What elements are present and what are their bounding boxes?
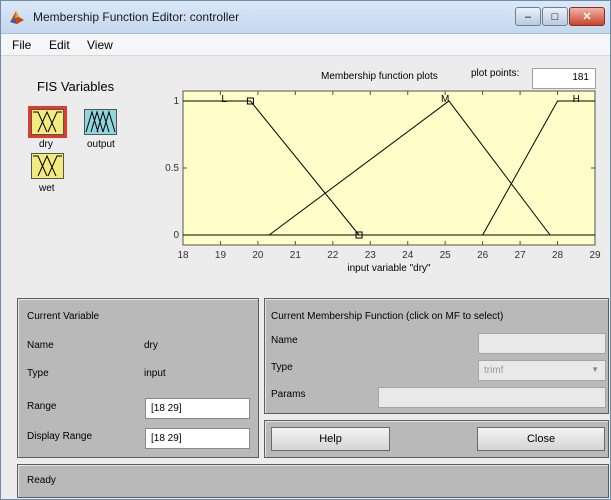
display-range-label: Display Range	[27, 431, 93, 442]
plot-points-label: plot points:	[471, 68, 520, 79]
status-text: Ready	[27, 475, 56, 486]
menu-edit[interactable]: Edit	[49, 38, 70, 52]
current-variable-panel: Current Variable Name dry Type input Ran…	[17, 298, 259, 458]
plot-area	[182, 90, 596, 246]
matlab-app-icon	[10, 11, 24, 24]
close-button[interactable]: Close	[477, 427, 605, 451]
display-range-input[interactable]: [18 29]	[145, 428, 250, 449]
variable-output-icon[interactable]	[84, 109, 117, 135]
current-mf-panel: Current Membership Function (click on MF…	[264, 298, 609, 414]
current-mf-title: Current Membership Function (click on MF…	[271, 311, 504, 322]
window-title: Membership Function Editor: controller	[33, 10, 240, 24]
minimize-button[interactable]: –	[515, 7, 541, 26]
minimize-icon: –	[524, 10, 532, 23]
mf-triangles-icon	[85, 110, 116, 133]
x-tick-label: 23	[365, 250, 377, 261]
maximize-icon: □	[551, 10, 559, 23]
menu-file[interactable]: File	[12, 38, 31, 52]
x-tick-label: 24	[402, 250, 414, 261]
variable-name-label: Name	[27, 340, 54, 351]
menu-bar: File Edit View	[1, 34, 610, 56]
mf-type-value: trimf	[484, 365, 504, 376]
x-tick-label: 26	[477, 250, 489, 261]
current-variable-title: Current Variable	[27, 311, 100, 322]
x-tick-label: 28	[552, 250, 564, 261]
range-input[interactable]: [18 29]	[145, 398, 250, 419]
fis-variables-panel: FIS Variables dry output wet Membership …	[1, 56, 610, 284]
mf-label-L: L	[221, 94, 227, 105]
mf-label-M: M	[441, 94, 449, 105]
variable-wet-label: wet	[39, 183, 55, 194]
mf-label-H: H	[573, 94, 580, 105]
mf-name-input[interactable]	[478, 333, 606, 354]
mf-params-label: Params	[271, 389, 306, 400]
mf-params-input[interactable]	[378, 387, 606, 408]
variable-output-label: output	[87, 139, 115, 150]
title-bar[interactable]: Membership Function Editor: controller –…	[1, 1, 610, 34]
fis-variables-title: FIS Variables	[37, 79, 115, 94]
close-window-button[interactable]: ✕	[569, 7, 605, 26]
variable-wet-icon[interactable]	[31, 153, 64, 179]
x-tick-label: 25	[440, 250, 452, 261]
y-tick-label: 1	[173, 96, 179, 107]
mf-name-label: Name	[271, 335, 298, 346]
x-tick-label: 27	[515, 250, 527, 261]
close-icon: ✕	[582, 11, 592, 23]
membership-function-plot[interactable]: 18 19 20 21 22 23 24 25 26 27 28 29 0 0.5 1 L M Hinput va…	[163, 86, 603, 284]
y-tick-label: 0	[173, 230, 179, 241]
mf-triangles-icon	[33, 154, 62, 177]
mf-type-label: Type	[271, 362, 293, 373]
variable-name-value: dry	[144, 340, 158, 351]
buttons-panel: Help Close	[264, 420, 609, 458]
x-tick-label: 29	[589, 250, 601, 261]
range-label: Range	[27, 401, 57, 412]
help-button[interactable]: Help	[271, 427, 390, 451]
x-tick-label: 20	[252, 250, 264, 261]
x-tick-label: 18	[177, 250, 189, 261]
menu-view[interactable]: View	[87, 38, 113, 52]
mf-type-select[interactable]: trimf ▼	[478, 360, 606, 381]
variable-dry-label: dry	[39, 139, 53, 150]
status-bar: Ready	[17, 464, 609, 498]
x-tick-label: 19	[215, 250, 227, 261]
variable-dry-icon[interactable]	[28, 106, 67, 138]
chevron-down-icon: ▼	[591, 365, 599, 374]
x-axis-label: input variable "dry"	[347, 263, 431, 274]
variable-type-label: Type	[27, 368, 49, 379]
variable-type-value: input	[144, 368, 166, 379]
mf-plots-title: Membership function plots	[321, 71, 438, 82]
y-tick-label: 0.5	[165, 163, 179, 174]
mf-triangles-icon	[33, 110, 62, 133]
maximize-button[interactable]: □	[542, 7, 568, 26]
x-tick-label: 22	[327, 250, 339, 261]
membership-function-editor-window: Membership Function Editor: controller –…	[0, 0, 611, 500]
x-tick-label: 21	[290, 250, 302, 261]
